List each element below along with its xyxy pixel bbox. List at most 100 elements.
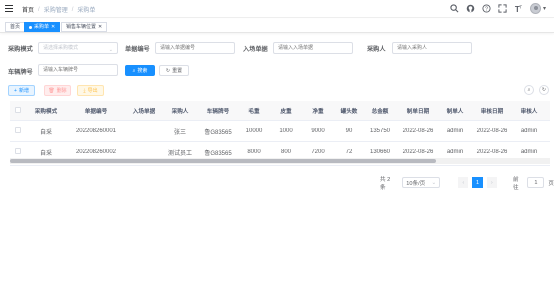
entry-unit-input[interactable] [273,42,353,54]
horizontal-scrollbar[interactable] [10,158,550,164]
github-icon[interactable] [466,4,476,14]
order-no-input[interactable] [155,42,235,54]
table-header: 采购模式 单据编号 入场单据 采购人 车辆牌号 毛重 皮重 净重 罐头数 总金额… [10,101,550,121]
table-cell: 鲁G83565 [204,129,232,136]
table-cell: 自采 [39,150,52,157]
close-icon[interactable]: ✕ [51,23,55,31]
table-cell: 10000 [245,128,263,134]
page-number: 1 [476,179,480,186]
scrollbar-thumb[interactable] [10,159,436,163]
breadcrumb-purchase-order: 采购单 [77,8,96,14]
next-page-button[interactable]: › [486,177,497,188]
hamburger-menu-icon[interactable] [5,5,13,13]
table-cell: 1000 [279,128,293,134]
table-cell: 72 [345,149,353,155]
help-icon[interactable]: ? [482,4,492,14]
add-button[interactable]: + 新增 [8,85,35,96]
purchase-mode-select[interactable]: 请选择采购模式 ⌄ [38,42,118,54]
prev-page-button[interactable]: ‹ [458,177,469,188]
column-header: 罐头数 [340,108,358,115]
table-cell: 90 [345,128,353,134]
column-header: 车辆牌号 [206,108,230,115]
order-no-label: 单据编号 [125,46,150,53]
column-header: 净重 [312,108,324,115]
tag-label: 销售车辆位置 [66,24,97,30]
table-cell: 自采 [39,129,52,136]
chevron-down-icon: ⌄ [431,179,437,186]
breadcrumb-home[interactable]: 首页 [22,5,34,14]
tag-purchase-order[interactable]: 采购单 ✕ [24,22,61,32]
tag-vehicle-location[interactable]: 销售车辆位置 ✕ [61,22,108,32]
delete-button-label: 删除 [56,88,67,94]
table-cell: 135750 [369,128,391,134]
table-cell: 7200 [311,149,325,155]
breadcrumb-purchase-management: 采购管理 [43,8,68,14]
close-icon[interactable]: ✕ [98,23,102,31]
table-row[interactable]: 自采 202208260001 张三 鲁G83565 10000 1000 90… [10,121,550,142]
page-unit-label: 页 [548,180,554,187]
page-number-active[interactable]: 1 [472,177,483,188]
purchaser-input[interactable] [392,42,472,54]
export-button-label: 导出 [87,88,98,94]
table-cell: 130660 [369,149,391,155]
column-header: 采购人 [171,108,189,115]
caret-down-icon[interactable]: ▾ [543,5,546,12]
row-checkbox[interactable] [10,148,26,156]
row-checkbox[interactable] [10,127,26,135]
navbar: 首页 / 采购管理 / 采购单 ? TT ▾ [0,0,554,18]
breadcrumb-separator: / [71,6,74,13]
delete-button[interactable]: 🗑 删除 [44,85,71,96]
chevron-down-icon: ⌄ [108,47,113,53]
goto-page-value: 1 [534,179,538,186]
export-button[interactable]: ⤓ 导出 [77,85,104,96]
reset-button[interactable]: ↻ 重置 [159,65,189,76]
tag-label: 首页 [10,24,21,30]
plate-no-input[interactable] [38,64,118,76]
table-cell: 测试员工 [167,150,192,157]
avatar[interactable] [529,3,541,14]
column-header: 毛重 [248,108,260,115]
plus-icon: + [14,87,17,94]
search-button[interactable]: ⌕ 搜索 [125,65,155,76]
goto-label: 前往 [513,176,519,191]
purchase-mode-label: 采购模式 [8,46,33,53]
svg-text:?: ? [485,7,488,13]
placeholder: 请选择采购模式 [43,45,79,51]
refresh-button[interactable]: ↻ [539,85,549,95]
search-button-label: 搜索 [137,68,148,74]
column-header: 制单日期 [406,108,430,115]
table-cell: admin [446,149,464,155]
column-header: 审核日期 [480,108,504,115]
font-size-icon[interactable]: TT [514,4,524,14]
page-size-value: 10条/页 [406,180,426,187]
table-cell: 202208260002 [75,149,117,155]
table-cell: 2022-08-26 [402,149,434,155]
goto-page-input[interactable]: 1 [527,177,545,188]
table-cell: admin [520,149,538,155]
select-all-checkbox[interactable] [10,106,26,115]
column-header: 采购模式 [34,108,58,115]
download-icon: ⤓ [83,87,86,94]
page-size-select[interactable]: 10条/页 ⌄ [402,177,441,188]
edit-link[interactable]: 修改 [544,127,550,136]
column-header: 总金额 [371,108,389,115]
tag-home[interactable]: 首页 [5,22,26,32]
entry-unit-label: 入场单据 [243,46,268,53]
table-cell: 202208260001 [75,128,117,134]
breadcrumb: 首页 / 采购管理 / 采购单 [22,5,96,15]
total-count: 共 2 条 [380,176,391,191]
edit-link[interactable]: 修改 [544,148,550,157]
table-cell: 张三 [173,129,186,136]
delete-icon: 🗑 [48,87,55,94]
column-header: 皮重 [280,108,292,115]
fullscreen-icon[interactable] [498,4,508,14]
search-icon[interactable] [450,4,460,14]
pagination: 共 2 条 10条/页 ⌄ ‹ 1 › 前往 1 页 [380,176,554,191]
search-icon: ⌕ [527,87,531,93]
tags-view: 首页 采购单 ✕ 销售车辆位置 ✕ [0,19,554,33]
table-cell: 鲁G83565 [204,150,232,157]
column-header: 入场单据 [132,108,156,115]
tag-label: 采购单 [34,24,50,30]
svg-text:T: T [520,5,523,10]
toggle-search-button[interactable]: ⌕ [524,85,534,95]
